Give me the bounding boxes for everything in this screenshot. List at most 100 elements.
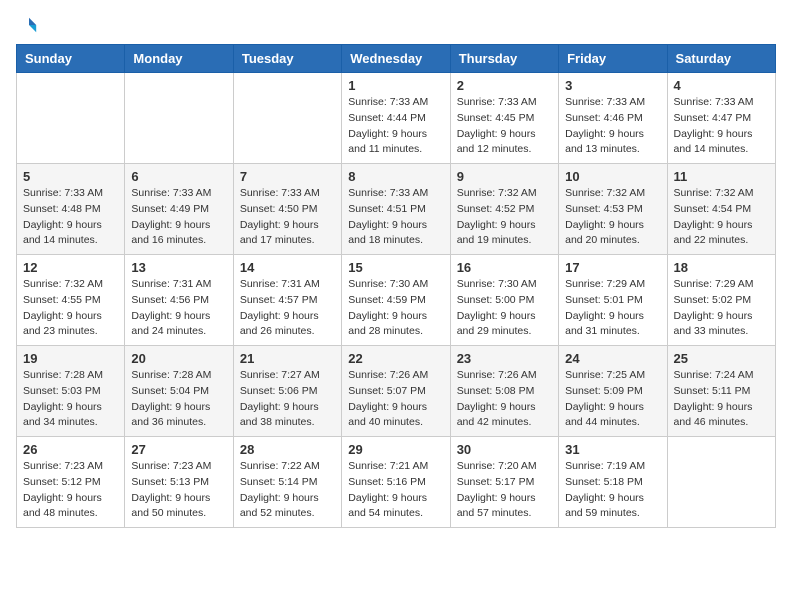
calendar-cell: 13 Sunrise: 7:31 AMSunset: 4:56 PMDayligh… xyxy=(125,255,233,346)
calendar-cell: 29 Sunrise: 7:21 AMSunset: 5:16 PMDayligh… xyxy=(342,437,450,528)
day-number: 2 xyxy=(457,78,552,93)
day-number: 7 xyxy=(240,169,335,184)
calendar-cell: 22Sunrise: 7:26 AMSunset: 5:07 PMDayligh… xyxy=(342,346,450,437)
day-info: Sunrise: 7:31 AMSunset: 4:57 PMDaylight:… xyxy=(240,277,335,340)
calendar-cell: 3 Sunrise: 7:33 AMSunset: 4:46 PMDaylight… xyxy=(559,73,667,164)
calendar-cell: 27Sunrise: 7:23 AMSunset: 5:13 PMDayligh… xyxy=(125,437,233,528)
day-info: Sunrise: 7:33 AMSunset: 4:51 PMDaylight:… xyxy=(348,186,443,249)
day-number: 30 xyxy=(457,442,552,457)
calendar-cell: 19Sunrise: 7:28 AMSunset: 5:03 PMDayligh… xyxy=(17,346,125,437)
day-number: 20 xyxy=(131,351,226,366)
calendar-header-row: SundayMondayTuesdayWednesdayThursdayFrid… xyxy=(17,45,776,73)
calendar-cell xyxy=(233,73,341,164)
day-info: Sunrise: 7:32 AMSunset: 4:53 PMDaylight:… xyxy=(565,186,660,249)
calendar-week-2: 5Sunrise: 7:33 AMSunset: 4:48 PMDaylight… xyxy=(17,164,776,255)
day-info: Sunrise: 7:26 AMSunset: 5:07 PMDaylight:… xyxy=(348,368,443,431)
weekday-header-wednesday: Wednesday xyxy=(342,45,450,73)
day-number: 31 xyxy=(565,442,660,457)
calendar-cell xyxy=(125,73,233,164)
calendar-cell: 9 Sunrise: 7:32 AMSunset: 4:52 PMDaylight… xyxy=(450,164,558,255)
calendar-cell: 12 Sunrise: 7:32 AMSunset: 4:55 PMDayligh… xyxy=(17,255,125,346)
day-number: 13 xyxy=(131,260,226,275)
day-info: Sunrise: 7:32 AMSunset: 4:55 PMDaylight:… xyxy=(23,277,118,340)
calendar-cell: 15 Sunrise: 7:30 AMSunset: 4:59 PMDayligh… xyxy=(342,255,450,346)
calendar-cell: 30 Sunrise: 7:20 AMSunset: 5:17 PMDayligh… xyxy=(450,437,558,528)
day-number: 14 xyxy=(240,260,335,275)
calendar-cell: 21Sunrise: 7:27 AMSunset: 5:06 PMDayligh… xyxy=(233,346,341,437)
page-header xyxy=(16,16,776,34)
day-number: 12 xyxy=(23,260,118,275)
calendar-week-4: 19Sunrise: 7:28 AMSunset: 5:03 PMDayligh… xyxy=(17,346,776,437)
calendar-cell: 2 Sunrise: 7:33 AMSunset: 4:45 PMDaylight… xyxy=(450,73,558,164)
day-number: 1 xyxy=(348,78,443,93)
day-number: 9 xyxy=(457,169,552,184)
day-number: 26 xyxy=(23,442,118,457)
logo xyxy=(16,16,38,34)
calendar-cell: 7 Sunrise: 7:33 AMSunset: 4:50 PMDaylight… xyxy=(233,164,341,255)
calendar-cell: 23 Sunrise: 7:26 AMSunset: 5:08 PMDayligh… xyxy=(450,346,558,437)
calendar-table: SundayMondayTuesdayWednesdayThursdayFrid… xyxy=(16,44,776,528)
calendar-cell xyxy=(667,437,775,528)
day-info: Sunrise: 7:33 AMSunset: 4:45 PMDaylight:… xyxy=(457,95,552,158)
day-number: 18 xyxy=(674,260,769,275)
calendar-cell: 10 Sunrise: 7:32 AMSunset: 4:53 PMDayligh… xyxy=(559,164,667,255)
day-info: Sunrise: 7:23 AMSunset: 5:13 PMDaylight:… xyxy=(131,459,226,522)
day-info: Sunrise: 7:33 AMSunset: 4:50 PMDaylight:… xyxy=(240,186,335,249)
day-number: 23 xyxy=(457,351,552,366)
day-info: Sunrise: 7:19 AMSunset: 5:18 PMDaylight:… xyxy=(565,459,660,522)
day-number: 16 xyxy=(457,260,552,275)
calendar-cell: 11Sunrise: 7:32 AMSunset: 4:54 PMDayligh… xyxy=(667,164,775,255)
day-info: Sunrise: 7:33 AMSunset: 4:49 PMDaylight:… xyxy=(131,186,226,249)
day-info: Sunrise: 7:22 AMSunset: 5:14 PMDaylight:… xyxy=(240,459,335,522)
calendar-cell: 25 Sunrise: 7:24 AMSunset: 5:11 PMDayligh… xyxy=(667,346,775,437)
day-info: Sunrise: 7:30 AMSunset: 4:59 PMDaylight:… xyxy=(348,277,443,340)
day-info: Sunrise: 7:24 AMSunset: 5:11 PMDaylight:… xyxy=(674,368,769,431)
day-info: Sunrise: 7:33 AMSunset: 4:46 PMDaylight:… xyxy=(565,95,660,158)
day-number: 3 xyxy=(565,78,660,93)
day-number: 8 xyxy=(348,169,443,184)
weekday-header-thursday: Thursday xyxy=(450,45,558,73)
calendar-cell xyxy=(17,73,125,164)
day-info: Sunrise: 7:32 AMSunset: 4:52 PMDaylight:… xyxy=(457,186,552,249)
day-info: Sunrise: 7:26 AMSunset: 5:08 PMDaylight:… xyxy=(457,368,552,431)
calendar-cell: 6 Sunrise: 7:33 AMSunset: 4:49 PMDaylight… xyxy=(125,164,233,255)
day-number: 15 xyxy=(348,260,443,275)
day-info: Sunrise: 7:30 AMSunset: 5:00 PMDaylight:… xyxy=(457,277,552,340)
calendar-week-5: 26 Sunrise: 7:23 AMSunset: 5:12 PMDayligh… xyxy=(17,437,776,528)
weekday-header-tuesday: Tuesday xyxy=(233,45,341,73)
day-info: Sunrise: 7:21 AMSunset: 5:16 PMDaylight:… xyxy=(348,459,443,522)
day-number: 6 xyxy=(131,169,226,184)
day-info: Sunrise: 7:20 AMSunset: 5:17 PMDaylight:… xyxy=(457,459,552,522)
calendar-cell: 26 Sunrise: 7:23 AMSunset: 5:12 PMDayligh… xyxy=(17,437,125,528)
day-number: 19 xyxy=(23,351,118,366)
calendar-cell: 20 Sunrise: 7:28 AMSunset: 5:04 PMDayligh… xyxy=(125,346,233,437)
calendar-cell: 24Sunrise: 7:25 AMSunset: 5:09 PMDayligh… xyxy=(559,346,667,437)
calendar-cell: 4Sunrise: 7:33 AMSunset: 4:47 PMDaylight… xyxy=(667,73,775,164)
day-info: Sunrise: 7:28 AMSunset: 5:04 PMDaylight:… xyxy=(131,368,226,431)
day-info: Sunrise: 7:33 AMSunset: 4:44 PMDaylight:… xyxy=(348,95,443,158)
calendar-cell: 18 Sunrise: 7:29 AMSunset: 5:02 PMDayligh… xyxy=(667,255,775,346)
calendar-week-1: 1 Sunrise: 7:33 AMSunset: 4:44 PMDaylight… xyxy=(17,73,776,164)
day-info: Sunrise: 7:31 AMSunset: 4:56 PMDaylight:… xyxy=(131,277,226,340)
logo-icon xyxy=(20,16,38,34)
day-number: 5 xyxy=(23,169,118,184)
weekday-header-friday: Friday xyxy=(559,45,667,73)
day-number: 4 xyxy=(674,78,769,93)
day-number: 17 xyxy=(565,260,660,275)
day-number: 28 xyxy=(240,442,335,457)
day-number: 10 xyxy=(565,169,660,184)
day-number: 25 xyxy=(674,351,769,366)
day-info: Sunrise: 7:29 AMSunset: 5:01 PMDaylight:… xyxy=(565,277,660,340)
calendar-cell: 14 Sunrise: 7:31 AMSunset: 4:57 PMDayligh… xyxy=(233,255,341,346)
weekday-header-monday: Monday xyxy=(125,45,233,73)
day-info: Sunrise: 7:29 AMSunset: 5:02 PMDaylight:… xyxy=(674,277,769,340)
day-number: 24 xyxy=(565,351,660,366)
day-info: Sunrise: 7:23 AMSunset: 5:12 PMDaylight:… xyxy=(23,459,118,522)
weekday-header-sunday: Sunday xyxy=(17,45,125,73)
day-info: Sunrise: 7:32 AMSunset: 4:54 PMDaylight:… xyxy=(674,186,769,249)
calendar-cell: 17 Sunrise: 7:29 AMSunset: 5:01 PMDayligh… xyxy=(559,255,667,346)
calendar-cell: 28 Sunrise: 7:22 AMSunset: 5:14 PMDayligh… xyxy=(233,437,341,528)
calendar-cell: 16 Sunrise: 7:30 AMSunset: 5:00 PMDayligh… xyxy=(450,255,558,346)
day-number: 21 xyxy=(240,351,335,366)
day-number: 29 xyxy=(348,442,443,457)
